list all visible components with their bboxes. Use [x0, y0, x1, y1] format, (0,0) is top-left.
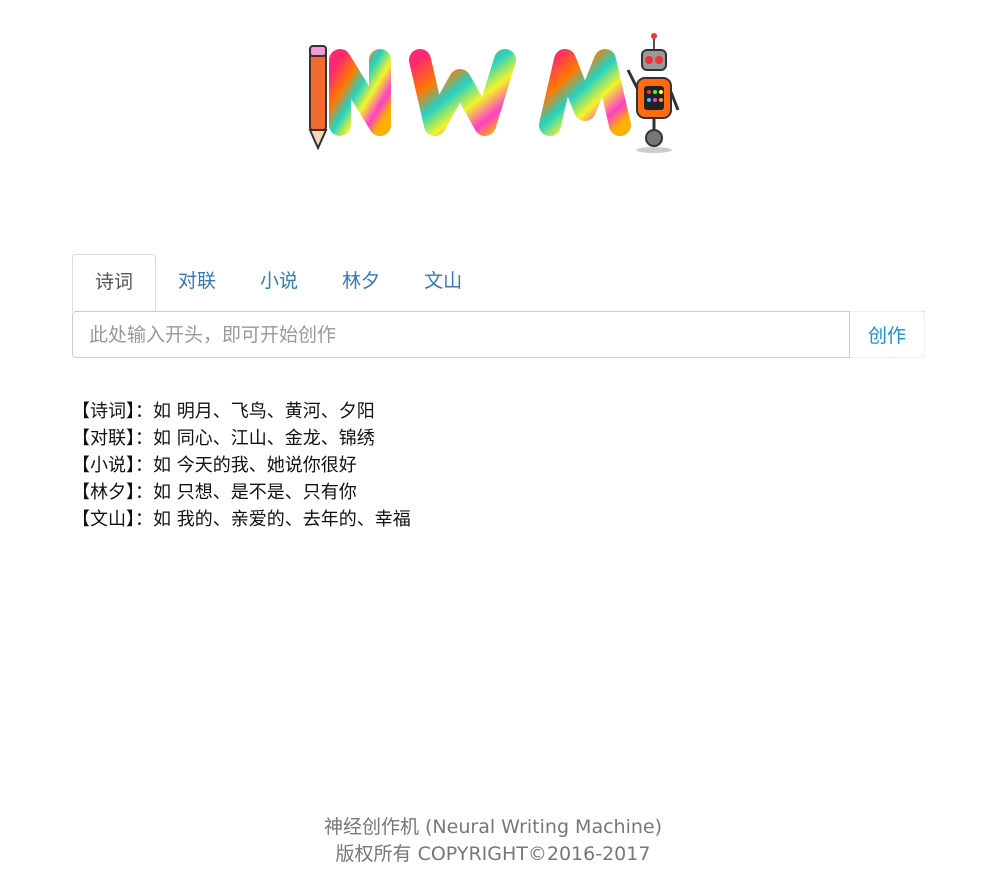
robot-icon	[626, 33, 680, 153]
tab-shici[interactable]: 诗词	[72, 254, 157, 312]
example-line: 【对联】：如 同心、江山、金龙、锦绣	[72, 428, 375, 449]
example-line: 【诗词】：如 明月、飞鸟、黄河、夕阳	[72, 401, 375, 422]
footer-copyright: 版权所有 COPYRIGHT©2016-2017	[335, 843, 651, 865]
tab-duilian[interactable]: 对联	[156, 254, 238, 310]
compose-form: 创作	[72, 311, 925, 358]
nwm-logo	[300, 30, 685, 160]
prompt-input[interactable]	[72, 311, 850, 358]
example-line: 【林夕】：如 只想、是不是、只有你	[72, 482, 357, 503]
mode-tabs: 诗词 对联 小说 林夕 文山	[72, 254, 925, 312]
example-line: 【小说】：如 今天的我、她说你很好	[72, 455, 357, 476]
tab-linxi[interactable]: 林夕	[320, 254, 402, 310]
example-list: 【诗词】：如 明月、飞鸟、黄河、夕阳 【对联】：如 同心、江山、金龙、锦绣 【小…	[72, 398, 411, 533]
footer: 神经创作机 (Neural Writing Machine) 版权所有 COPY…	[0, 814, 986, 868]
footer-title: 神经创作机 (Neural Writing Machine)	[323, 816, 662, 838]
pencil-icon	[308, 45, 328, 151]
tab-wenshan[interactable]: 文山	[402, 254, 484, 310]
example-line: 【文山】：如 我的、亲爱的、去年的、幸福	[72, 509, 411, 530]
tab-xiaoshuo[interactable]: 小说	[238, 254, 320, 310]
logo-graphic	[308, 33, 680, 153]
compose-button[interactable]: 创作	[850, 311, 925, 358]
